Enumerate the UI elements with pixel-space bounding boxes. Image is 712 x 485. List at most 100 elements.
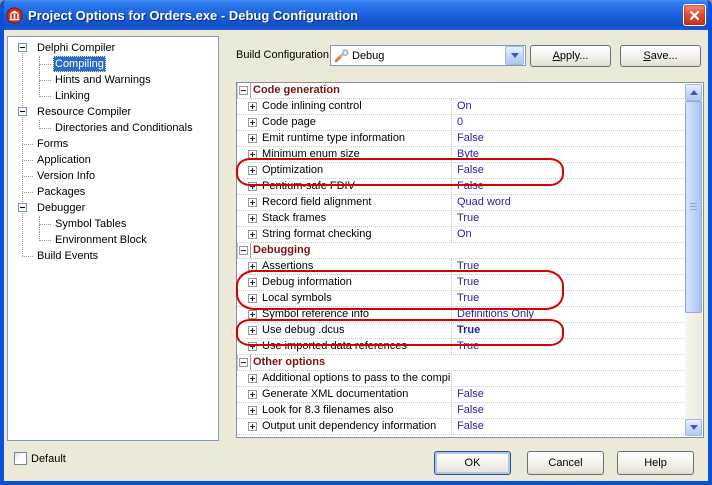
expand-icon[interactable] <box>248 134 257 143</box>
expand-icon[interactable] <box>248 214 257 223</box>
property-value[interactable]: On <box>457 99 684 114</box>
property-row[interactable]: Local symbols True <box>237 291 686 307</box>
property-row[interactable]: Use debug .dcus True <box>237 323 686 339</box>
close-button[interactable] <box>683 4 706 26</box>
property-row[interactable]: Look for 8.3 filenames also False <box>237 403 686 419</box>
property-value[interactable]: False <box>457 131 684 146</box>
property-value[interactable]: False <box>457 163 684 178</box>
property-row[interactable]: Debug information True <box>237 275 686 291</box>
property-value[interactable]: False <box>457 419 684 434</box>
scroll-down-button[interactable] <box>685 419 702 436</box>
tree-item[interactable]: Application <box>8 152 218 168</box>
property-row[interactable]: Assertions True <box>237 259 686 275</box>
property-name: Minimum enum size <box>262 147 450 162</box>
property-value[interactable]: False <box>457 403 684 418</box>
collapse-icon[interactable] <box>239 86 248 95</box>
expand-icon[interactable] <box>248 326 257 335</box>
property-row[interactable]: Optimization False <box>237 163 686 179</box>
cancel-button[interactable]: Cancel <box>527 451 604 475</box>
tree-item[interactable]: Forms <box>8 136 218 152</box>
collapse-icon[interactable] <box>239 246 248 255</box>
expand-icon[interactable] <box>248 150 257 159</box>
property-value[interactable]: True <box>457 211 684 226</box>
combo-dropdown-button[interactable] <box>505 46 524 65</box>
expand-icon[interactable] <box>248 422 257 431</box>
tree-item[interactable]: Build Events <box>8 248 218 264</box>
expand-icon[interactable] <box>248 118 257 127</box>
property-name: Record field alignment <box>262 195 450 210</box>
property-name: Symbol reference info <box>262 307 450 322</box>
property-value[interactable]: On <box>457 227 684 242</box>
column-divider <box>451 371 452 387</box>
tree-item[interactable]: Linking <box>8 88 218 104</box>
property-value[interactable]: Definitions Only <box>457 307 684 322</box>
scroll-up-button[interactable] <box>685 84 702 101</box>
apply-button[interactable]: Apply... <box>530 45 611 67</box>
expand-icon[interactable] <box>248 198 257 207</box>
tree-item[interactable]: Delphi Compiler <box>8 40 218 56</box>
scrollbar-thumb[interactable] <box>685 101 702 313</box>
save-button[interactable]: Save... <box>620 45 701 67</box>
tree-item[interactable]: Resource Compiler <box>8 104 218 120</box>
build-configuration-select[interactable]: Debug <box>330 45 526 66</box>
property-row[interactable]: Pentium-safe FDIV False <box>237 179 686 195</box>
titlebar[interactable]: Project Options for Orders.exe - Debug C… <box>0 0 712 30</box>
property-row[interactable]: Emit runtime type information False <box>237 131 686 147</box>
property-row[interactable]: Record field alignment Quad word <box>237 195 686 211</box>
expand-icon[interactable] <box>248 310 257 319</box>
tree-collapse-icon[interactable] <box>18 107 27 116</box>
checkbox-unchecked-icon[interactable] <box>14 452 27 465</box>
tree-item[interactable]: Version Info <box>8 168 218 184</box>
expand-icon[interactable] <box>248 342 257 351</box>
property-row[interactable]: Other options <box>237 355 686 371</box>
property-row[interactable]: Debugging <box>237 243 686 259</box>
property-row[interactable]: Generate XML documentation False <box>237 387 686 403</box>
ok-button[interactable]: OK <box>434 451 511 475</box>
expand-icon[interactable] <box>248 278 257 287</box>
expand-icon[interactable] <box>248 102 257 111</box>
vertical-scrollbar[interactable] <box>685 84 702 436</box>
default-checkbox-row[interactable]: Default <box>14 452 66 465</box>
property-row[interactable]: Code generation <box>237 83 686 99</box>
tree-collapse-icon[interactable] <box>18 43 27 52</box>
build-configuration-value: Debug <box>352 50 504 62</box>
property-value[interactable]: True <box>457 339 684 354</box>
property-value[interactable]: False <box>457 387 684 402</box>
expand-icon[interactable] <box>248 406 257 415</box>
property-value[interactable]: True <box>457 291 684 306</box>
property-row[interactable]: Code page 0 <box>237 115 686 131</box>
expand-icon[interactable] <box>248 182 257 191</box>
property-row[interactable]: Code inlining control On <box>237 99 686 115</box>
property-value[interactable]: True <box>457 323 684 338</box>
expand-icon[interactable] <box>248 390 257 399</box>
property-value[interactable]: Quad word <box>457 195 684 210</box>
property-row[interactable]: String format checking On <box>237 227 686 243</box>
property-value[interactable]: 0 <box>457 115 684 130</box>
tree-item[interactable]: Directories and Conditionals <box>8 120 218 136</box>
property-value[interactable]: True <box>457 259 684 274</box>
tree-collapse-icon[interactable] <box>18 203 27 212</box>
tree-item[interactable]: Hints and Warnings <box>8 72 218 88</box>
property-row[interactable]: Additional options to pass to the compil… <box>237 371 686 387</box>
property-row[interactable]: Minimum enum size Byte <box>237 147 686 163</box>
property-value[interactable]: True <box>457 275 684 290</box>
tree-item[interactable]: Compiling <box>8 56 218 72</box>
tree-item[interactable]: Environment Block <box>8 232 218 248</box>
help-button[interactable]: Help <box>617 451 694 475</box>
property-value[interactable]: False <box>457 179 684 194</box>
expand-icon[interactable] <box>248 262 257 271</box>
tree-item[interactable]: Packages <box>8 184 218 200</box>
collapse-icon[interactable] <box>239 358 248 367</box>
property-row[interactable]: Stack frames True <box>237 211 686 227</box>
tree-item[interactable]: Symbol Tables <box>8 216 218 232</box>
expand-icon[interactable] <box>248 294 257 303</box>
expand-icon[interactable] <box>248 166 257 175</box>
expand-icon[interactable] <box>248 374 257 383</box>
expand-icon[interactable] <box>248 230 257 239</box>
options-tree: Delphi Compiler Compiling Hints and Warn… <box>7 36 219 441</box>
property-row[interactable]: Symbol reference info Definitions Only <box>237 307 686 323</box>
tree-item[interactable]: Debugger <box>8 200 218 216</box>
property-row[interactable]: Output unit dependency information False <box>237 419 686 435</box>
property-value[interactable]: Byte <box>457 147 684 162</box>
property-row[interactable]: Use imported data references True <box>237 339 686 355</box>
